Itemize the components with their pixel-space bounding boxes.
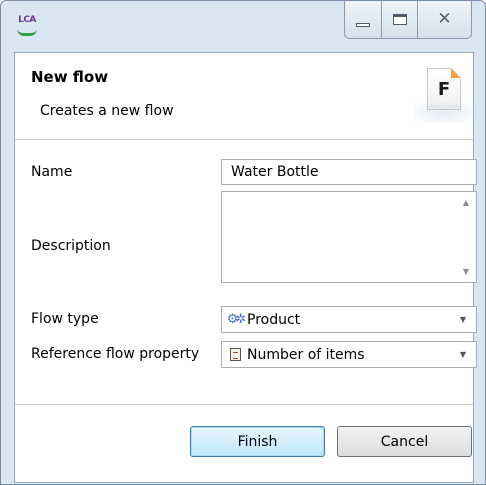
close-button[interactable]: ✕ [418, 1, 472, 39]
name-label: Name [31, 164, 73, 180]
wizard-title: New flow [31, 68, 109, 86]
button-bar-divider [15, 404, 473, 405]
app-logo-icon: LCA [13, 14, 41, 38]
wizard-subtitle: Creates a new flow [40, 103, 174, 119]
reference-flow-property-value: Number of items [247, 346, 365, 363]
wizard-window: LCA ✕ New flow Creates a new flow F Name… [0, 0, 486, 485]
finish-button[interactable]: Finish [190, 426, 325, 457]
close-icon: ✕ [437, 9, 452, 29]
maximize-button[interactable] [382, 1, 418, 39]
cancel-button[interactable]: Cancel [337, 426, 472, 457]
flow-type-select[interactable]: ⚙✲ Product ▼ [221, 306, 477, 333]
flow-wizard-icon: F [414, 68, 474, 123]
flow-property-icon [227, 347, 243, 363]
title-bar[interactable]: LCA ✕ [1, 1, 485, 53]
minimize-button[interactable] [344, 1, 382, 39]
flow-type-value: Product [247, 311, 301, 328]
maximize-icon [392, 14, 407, 25]
description-field[interactable]: ▲ ▼ [221, 191, 477, 283]
app-logo-text: LCA [18, 15, 36, 25]
scroll-up-icon[interactable]: ▲ [463, 198, 469, 207]
flow-type-label: Flow type [31, 311, 99, 327]
wizard-icon-letter: F [437, 78, 451, 100]
description-label: Description [31, 238, 111, 254]
wizard-banner: New flow Creates a new flow F [15, 53, 474, 140]
new-flow-dialog: New flow Creates a new flow F Name Water… [14, 52, 477, 483]
reference-flow-property-label: Reference flow property [31, 346, 200, 362]
window-controls: ✕ [344, 1, 472, 41]
name-field[interactable]: Water Bottle [221, 159, 477, 185]
chevron-down-icon[interactable]: ▼ [453, 309, 473, 330]
scroll-down-icon[interactable]: ▼ [463, 267, 469, 276]
minimize-icon [356, 22, 370, 27]
reference-flow-property-select[interactable]: Number of items ▼ [221, 341, 477, 368]
chevron-down-icon[interactable]: ▼ [453, 344, 473, 365]
product-gear-icon: ⚙✲ [226, 312, 246, 327]
